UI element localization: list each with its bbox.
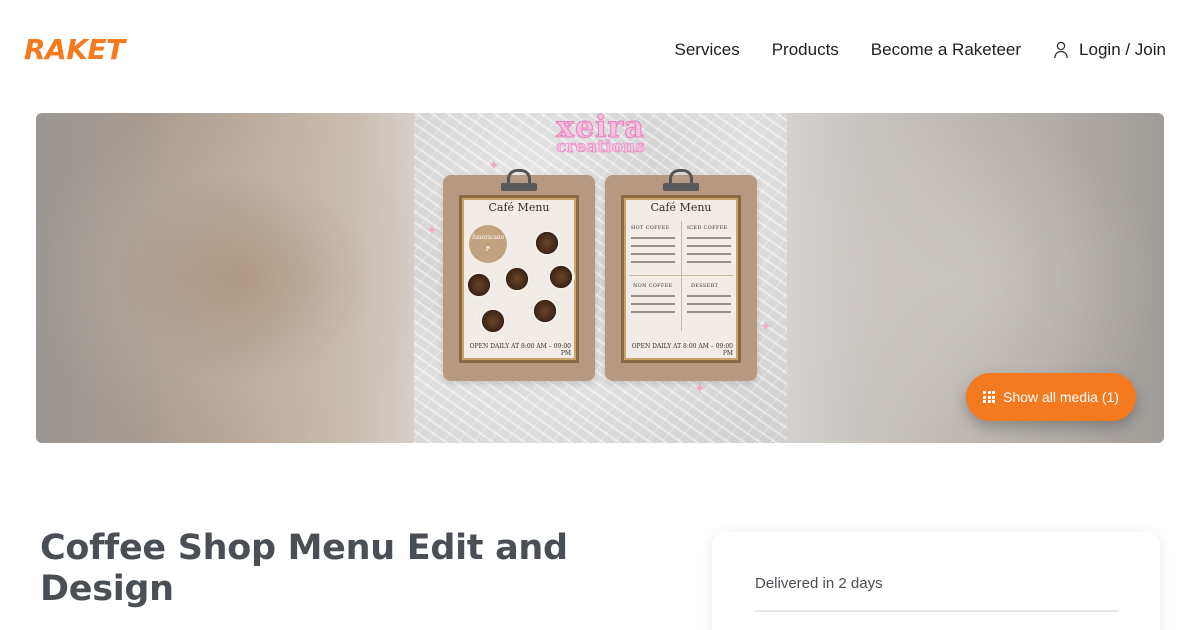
nav-services[interactable]: Services [675,38,740,62]
price-badge: Americano ₱ [469,225,507,263]
clip-bar [663,183,699,191]
order-card: Delivered in 2 days [712,532,1160,630]
menu-item-line [631,261,675,263]
hero-backdrop-left [36,113,414,443]
main-nav: Services Products Become a Raketeer Logi… [675,38,1166,62]
site-header: RAKET Services Products Become a Raketee… [0,0,1200,100]
menu-item-line [631,311,675,313]
nav-become-raketeer[interactable]: Become a Raketeer [871,38,1021,62]
coffee-cup-icon [533,229,561,257]
menu-item-line [631,303,675,305]
menu-item-line [631,295,675,297]
grid-icon [983,391,996,403]
menu-item-line [687,245,731,247]
menu-section-title: ICED COFFEE [687,225,728,231]
coffee-cup-icon [479,307,507,335]
hero-media-gallery[interactable]: xeira creations ✦ ✦ ✦ ✦ Café Menu Americ… [36,113,1164,443]
listing-title: Coffee Shop Menu Edit and Design [40,528,568,609]
login-join-label: Login / Join [1079,40,1166,59]
menu-divider [681,221,682,331]
coffee-cup-icon [547,263,575,291]
menu-sheet-left: Café Menu Americano ₱ OPEN DAILY AT 8:00… [459,195,579,363]
opening-hours: OPEN DAILY AT 8:00 AM – 09:00 PM [631,343,733,357]
login-join-link[interactable]: Login / Join [1053,38,1166,62]
nav-products[interactable]: Products [772,38,839,62]
clipboard-menu-left: Café Menu Americano ₱ OPEN DAILY AT 8:00… [443,169,595,381]
menu-section-title: DESSERT [691,283,719,289]
menu-item-line [687,237,731,239]
menu-item-line [687,295,731,297]
menu-section-title: NON COFFEE [633,283,673,289]
show-all-media-button[interactable]: Show all media (1) [966,373,1136,421]
raket-logo[interactable]: RAKET [24,33,125,67]
menu-item-line [687,261,731,263]
user-icon [1054,41,1068,59]
menu-divider [629,275,733,276]
hero-media-image[interactable]: xeira creations ✦ ✦ ✦ ✦ Café Menu Americ… [414,113,787,443]
menu-item-line [631,245,675,247]
menu-title: Café Menu [650,201,712,214]
menu-title: Café Menu [488,201,550,214]
menu-item-line [631,253,675,255]
show-all-media-label: Show all media (1) [1003,389,1119,405]
sparkle-icon: ✦ [694,380,706,396]
menu-item-line [631,237,675,239]
card-divider [755,610,1119,612]
clip-bar [501,183,537,191]
menu-item-line [687,253,731,255]
sparkle-icon: ✦ [760,318,772,334]
clipboard-menu-right: Café Menu HOT COFFEE ICED COFFEE NON COF… [605,169,757,381]
sparkle-icon: ✦ [488,157,500,173]
brand-watermark-subtitle: creations [556,137,645,158]
delivery-time: Delivered in 2 days [755,575,883,592]
opening-hours: OPEN DAILY AT 8:00 AM – 09:00 PM [469,343,571,357]
coffee-cup-icon [503,265,531,293]
sparkle-icon: ✦ [426,222,438,238]
coffee-cup-icon [531,297,559,325]
menu-sheet-right: Café Menu HOT COFFEE ICED COFFEE NON COF… [621,195,741,363]
menu-item-line [687,311,731,313]
menu-item-line [687,303,731,305]
menu-section-title: HOT COFFEE [631,225,670,231]
coffee-cup-icon [465,271,493,299]
